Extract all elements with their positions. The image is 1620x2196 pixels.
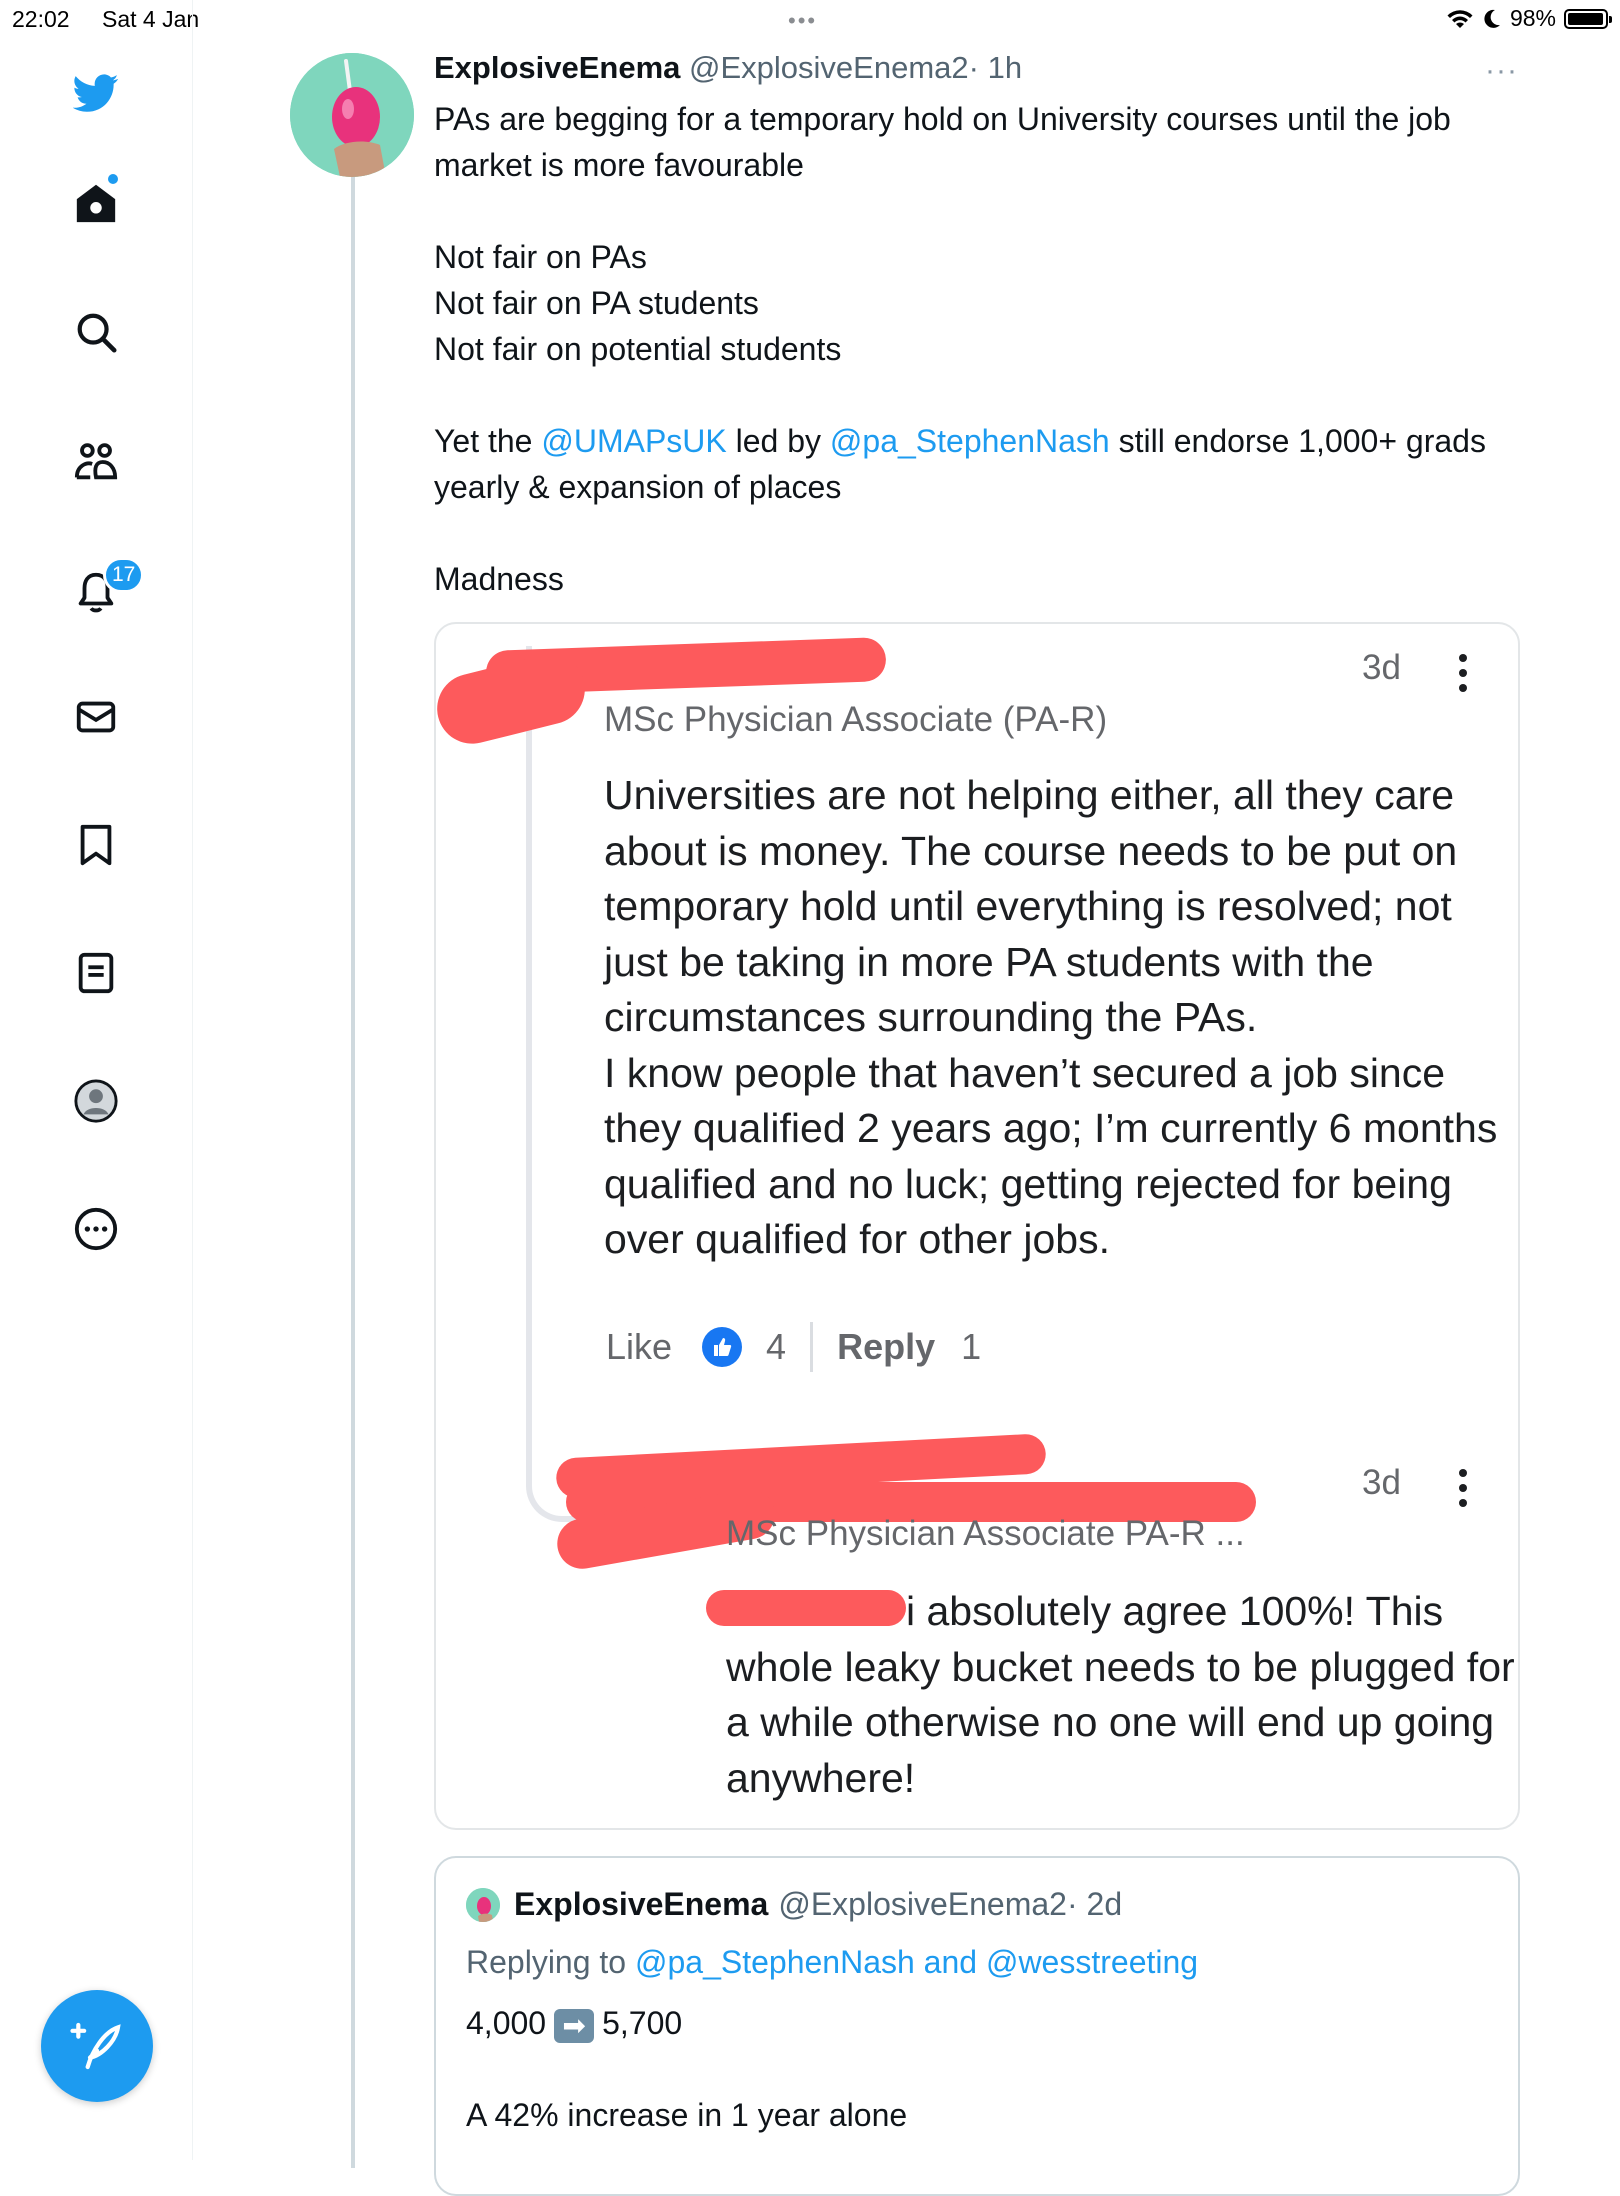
tweet-header: ExplosiveEnema @ExplosiveEnema2· 1h — [434, 50, 1022, 86]
quote-author-name: ExplosiveEnema — [514, 1886, 769, 1922]
comment-body: i absolutely agree 100%! This whole leak… — [726, 1588, 1515, 1801]
quote-author-avatar — [466, 1887, 500, 1922]
author-handle[interactable]: @ExplosiveEnema2 — [689, 50, 969, 85]
thread-line — [351, 168, 355, 2168]
mention-link[interactable]: @pa_StephenNash — [830, 423, 1110, 459]
sidebar-nav: 17 — [0, 0, 193, 2160]
tweet-line: PAs are begging for a temporary hold on … — [434, 101, 1451, 183]
notification-count-badge: 17 — [103, 557, 145, 593]
tweet-line: Not fair on potential students — [434, 331, 842, 367]
replying-mentions[interactable]: @pa_StephenNash and @wesstreeting — [635, 1944, 1198, 1980]
battery-icon — [1564, 8, 1612, 29]
comment-subtitle: MSc Physician Associate (PA-R) — [604, 700, 1108, 739]
comment-time: 3d — [1362, 1463, 1401, 1502]
quote-line: 4,000 ➡ 5,700 — [466, 2000, 907, 2046]
action-divider — [810, 1322, 814, 1372]
comment-thread-line — [526, 646, 602, 1522]
comment-paragraph: I know people that haven’t secured a job… — [604, 1049, 1498, 1263]
status-right: 98% — [1446, 5, 1612, 32]
comment-kebab-icon — [1459, 1469, 1467, 1514]
home-icon[interactable] — [69, 176, 123, 230]
tweet-line: Yet the @UMAPsUK led by @pa_StephenNash … — [434, 418, 1534, 510]
quote-author-handle: @ExplosiveEnema2 — [778, 1886, 1067, 1922]
mention-link[interactable]: @UMAPsUK — [541, 423, 726, 459]
bookmark-icon[interactable] — [69, 818, 123, 872]
text-fragment: Yet the — [434, 423, 542, 459]
wifi-icon — [1447, 9, 1473, 28]
comment-time: 3d — [1362, 648, 1401, 687]
like-count: 4 — [766, 1326, 787, 1367]
battery-percent: 98% — [1509, 5, 1556, 31]
battery-fill — [1568, 12, 1604, 25]
feather-plus-icon — [70, 2022, 121, 2070]
multitasking-dots-icon[interactable]: ••• — [788, 8, 817, 34]
comment-actions: Like 4 Reply 1 — [606, 1322, 981, 1372]
replying-to: Replying to @pa_StephenNash and @wesstre… — [466, 1944, 1198, 1981]
quote-header: ExplosiveEnema @ExplosiveEnema2 · 2d — [466, 1886, 1122, 1923]
quote-line: A 42% increase in 1 year alone — [466, 2097, 908, 2133]
author-name[interactable]: ExplosiveEnema — [434, 50, 680, 85]
profile-avatar-icon[interactable] — [69, 1074, 123, 1128]
moon-icon — [1484, 9, 1500, 28]
quoted-tweet[interactable]: ExplosiveEnema @ExplosiveEnema2 · 2d Repl… — [434, 1856, 1520, 2196]
like-label: Like — [606, 1326, 673, 1367]
tweet-line: Madness — [434, 561, 564, 597]
battery-tip — [1609, 15, 1612, 23]
comment-kebab-icon — [1459, 654, 1467, 699]
tweet-line: Not fair on PAs — [434, 239, 647, 275]
messages-envelope-icon[interactable] — [69, 690, 123, 744]
right-arrow-icon: ➡ — [554, 2008, 595, 2043]
search-icon[interactable] — [69, 305, 123, 359]
tweet-text: PAs are begging for a temporary hold on … — [434, 96, 1534, 602]
reply-count: 1 — [961, 1326, 982, 1367]
thumbs-up-icon — [702, 1327, 743, 1367]
twitter-bird-icon[interactable] — [69, 66, 123, 120]
more-options-icon[interactable] — [69, 1202, 123, 1256]
author-avatar[interactable] — [290, 53, 414, 177]
bulb-syringe-avatar-icon — [290, 53, 414, 177]
comment-paragraph: Universities are not helping either, all… — [604, 772, 1458, 1040]
home-new-dot — [108, 174, 118, 184]
lists-icon[interactable] — [69, 946, 123, 1000]
status-bar: 22:02 Sat 4 Jan ••• 98% — [0, 0, 1620, 40]
quote-time: · 2d — [1066, 1886, 1123, 1922]
stat-from: 4,000 — [466, 2005, 547, 2041]
tweet-more-icon[interactable]: ··· — [1485, 54, 1518, 88]
compose-tweet-button[interactable] — [41, 1990, 153, 2102]
quote-text: 4,000 ➡ 5,700 A 42% increase in 1 year alo… — [466, 2000, 907, 2138]
comment-body: Universities are not helping either, all… — [604, 768, 1504, 1268]
comment-subtitle: MSc Physician Associate PA-R ... — [726, 1514, 1245, 1553]
tweet-image[interactable]: 3d MSc Physician Associate (PA-R) Univer… — [434, 622, 1520, 1830]
text-fragment: led by — [726, 423, 830, 459]
reply-label: Reply — [837, 1326, 936, 1367]
tweet-line: Not fair on PA students — [434, 285, 759, 321]
replying-prefix: Replying to — [466, 1944, 635, 1980]
stat-to: 5,700 — [602, 2005, 683, 2041]
communities-icon[interactable] — [69, 435, 123, 489]
tweet-time[interactable]: · 1h — [969, 50, 1022, 85]
